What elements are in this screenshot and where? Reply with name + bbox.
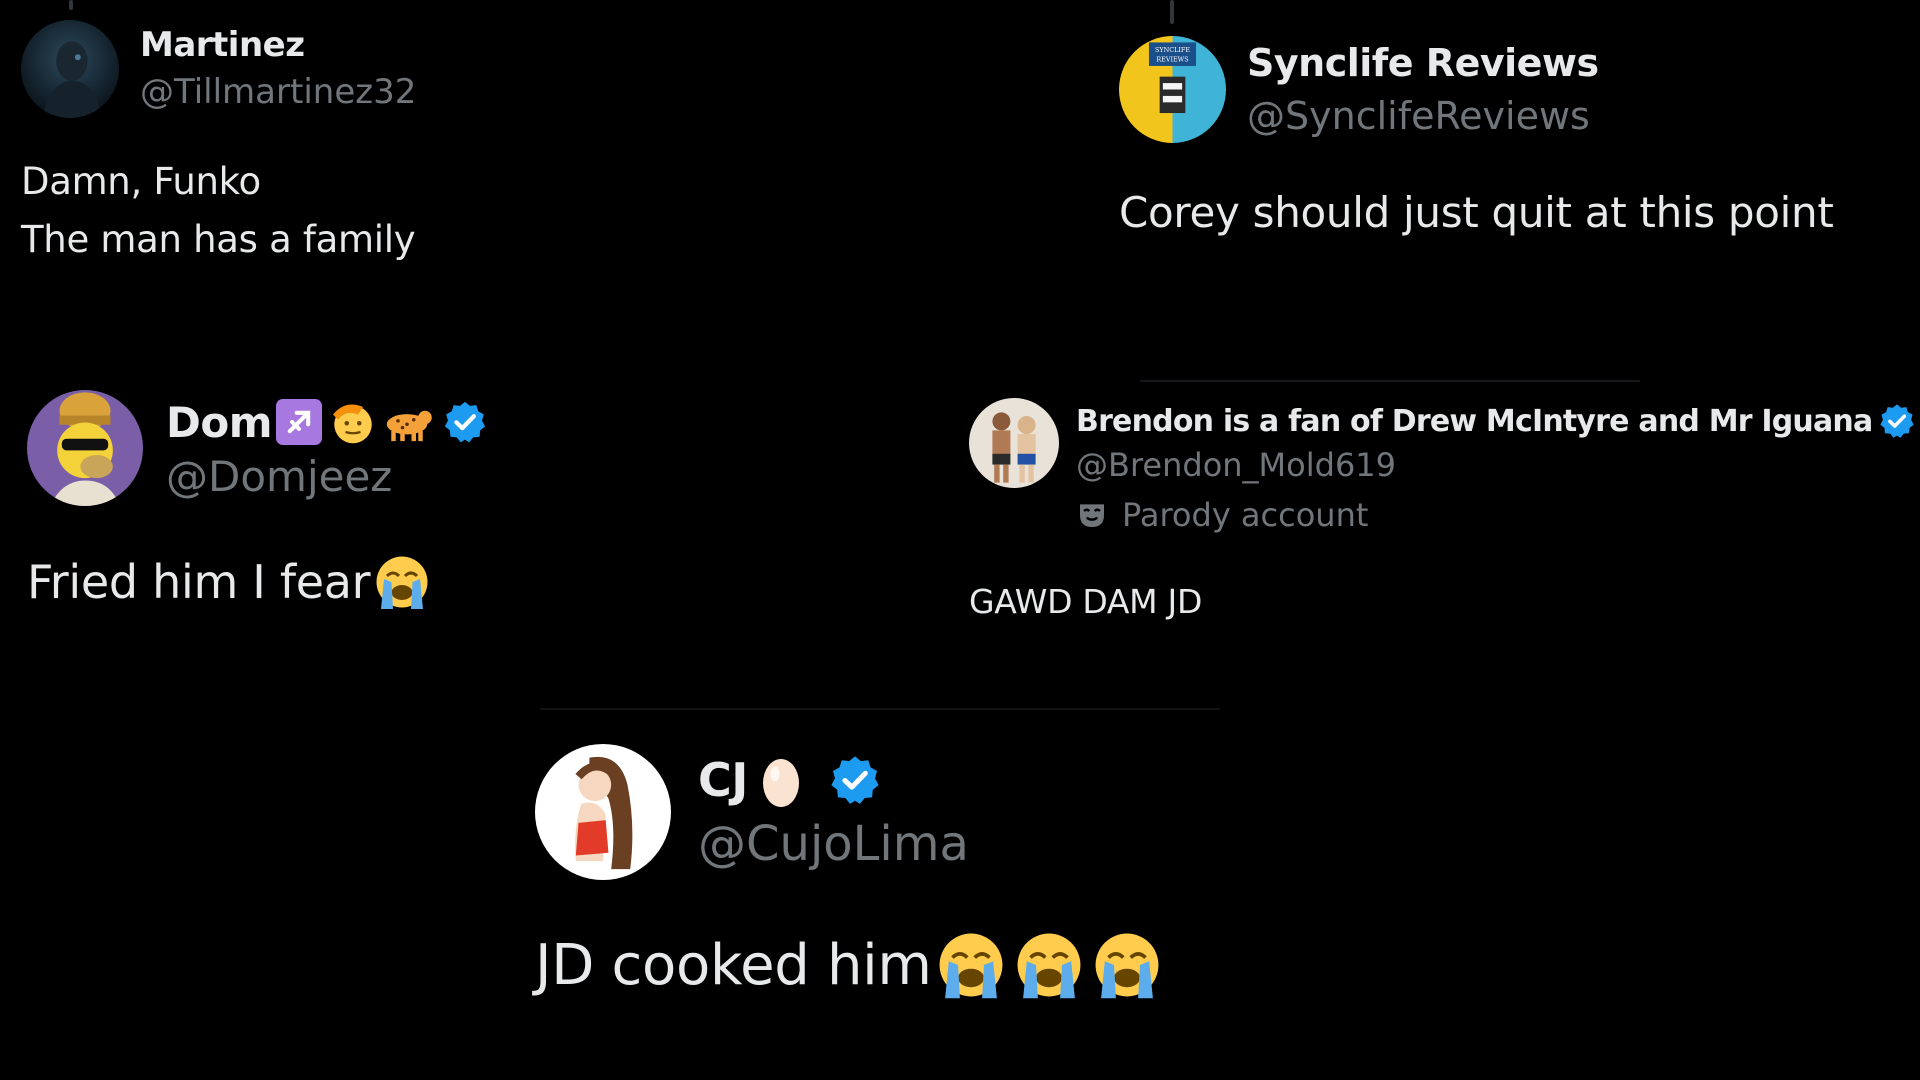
sagittarius-icon <box>275 399 322 445</box>
tweet-header: Martinez <box>140 22 305 68</box>
tweet-synclife[interactable]: SYNCLIFE REVIEWS Synclife Reviews @Syncl… <box>1100 0 1920 300</box>
tweet-text: JD cooked him <box>535 928 1164 1002</box>
tweet-text-line: GAWD DAM JD <box>969 582 1203 621</box>
tweet-text-line: Fried him I fear <box>27 555 371 609</box>
display-name[interactable]: Martinez <box>140 25 305 65</box>
svg-text:REVIEWS: REVIEWS <box>1156 56 1188 64</box>
loudly-crying-face-icon <box>1090 928 1164 1002</box>
screenshot-canvas: Martinez @Tillmartinez32 Damn, Funko The… <box>0 0 1920 1080</box>
avatar[interactable] <box>969 398 1059 488</box>
loudly-crying-face-icon <box>1012 928 1086 1002</box>
top-divider <box>1140 380 1640 382</box>
tweet-text-line: JD cooked him <box>535 932 932 998</box>
verified-badge-icon[interactable] <box>442 399 488 445</box>
egg-icon <box>758 750 804 810</box>
tweet-text-line: The man has a family <box>21 218 416 261</box>
avatar[interactable] <box>535 744 671 880</box>
loudly-crying-face-icon <box>934 928 1008 1002</box>
tweet-header: Brendon is a fan of Drew McIntyre and Mr… <box>1076 398 1916 444</box>
tweet-dom[interactable]: Dom @Domjeez Fried him I fear <box>0 380 780 640</box>
parody-label-text: Parody account <box>1122 496 1369 534</box>
parody-account-label: Parody account <box>1076 496 1368 534</box>
verified-badge-icon[interactable] <box>1878 402 1916 440</box>
tweet-martinez[interactable]: Martinez @Tillmartinez32 Damn, Funko The… <box>0 0 700 300</box>
display-name[interactable]: CJ <box>698 753 748 807</box>
avatar[interactable]: SYNCLIFE REVIEWS <box>1119 36 1226 143</box>
avatar[interactable] <box>21 20 119 118</box>
tweet-header: Dom <box>166 392 488 452</box>
saluting-face-icon <box>328 397 378 447</box>
avatar-logo-text: SYNCLIFE <box>1155 46 1190 54</box>
tweet-text-line: Damn, Funko <box>21 160 261 203</box>
tweet-cj[interactable]: CJ @CujoLima JD cooked him <box>520 700 1300 1030</box>
display-name[interactable]: Dom <box>166 398 272 447</box>
tweet-text-line: Corey should just quit at this point <box>1119 188 1834 237</box>
display-name[interactable]: Synclife Reviews <box>1247 41 1599 85</box>
tweet-text: Fried him I fear <box>27 552 432 612</box>
tweet-header: CJ <box>698 748 882 812</box>
user-handle[interactable]: @Brendon_Mold619 <box>1076 446 1396 484</box>
verified-badge-icon[interactable] <box>828 753 882 807</box>
user-handle[interactable]: @CujoLima <box>698 816 969 872</box>
top-divider <box>540 708 1220 710</box>
leopard-icon <box>380 399 434 445</box>
display-name[interactable]: Brendon is a fan of Drew McIntyre and Mr… <box>1076 404 1873 439</box>
tweet-brendon[interactable]: Brendon is a fan of Drew McIntyre and Mr… <box>940 380 1920 640</box>
theater-mask-icon <box>1076 499 1108 531</box>
user-handle[interactable]: @Domjeez <box>166 452 392 501</box>
loudly-crying-face-icon <box>372 552 432 612</box>
user-handle[interactable]: @SynclifeReviews <box>1247 94 1590 138</box>
user-handle[interactable]: @Tillmartinez32 <box>140 72 416 112</box>
avatar[interactable] <box>27 390 143 506</box>
tweet-header: Synclife Reviews <box>1247 38 1599 88</box>
